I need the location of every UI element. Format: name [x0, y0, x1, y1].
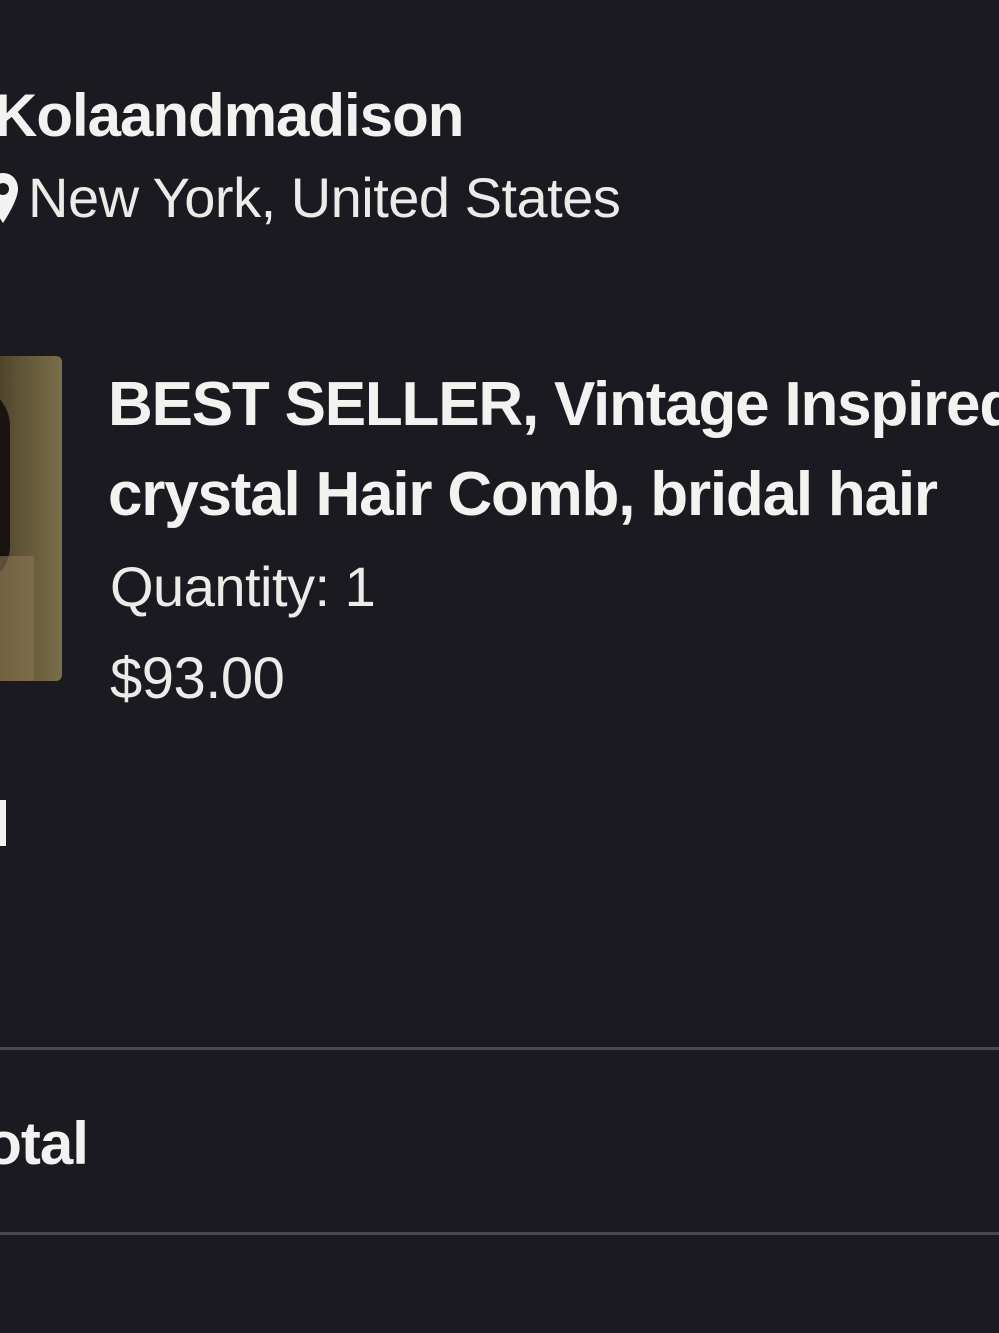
item-quantity: Quantity: 1 [110, 555, 376, 618]
item-price: $93.00 [110, 646, 285, 711]
partial-offscreen-text [0, 800, 6, 846]
thumbnail-skin-shape [0, 556, 34, 681]
shop-name[interactable]: Kolaandmadison [0, 80, 464, 152]
item-title-line-1: BEST SELLER, Vintage Inspired [108, 370, 999, 439]
shop-location-text: New York, United States [28, 166, 621, 229]
summary-divider-bottom [0, 1232, 999, 1235]
total-label: Total [0, 1110, 89, 1177]
summary-divider-top [0, 1047, 999, 1050]
item-thumbnail[interactable] [0, 356, 62, 681]
item-title[interactable]: BEST SELLER, Vintage Inspired crystal Ha… [108, 360, 999, 540]
shop-location: New York, United States [0, 162, 621, 234]
item-title-line-2: crystal Hair Comb, bridal hair [108, 460, 938, 529]
map-pin-icon [0, 173, 18, 223]
